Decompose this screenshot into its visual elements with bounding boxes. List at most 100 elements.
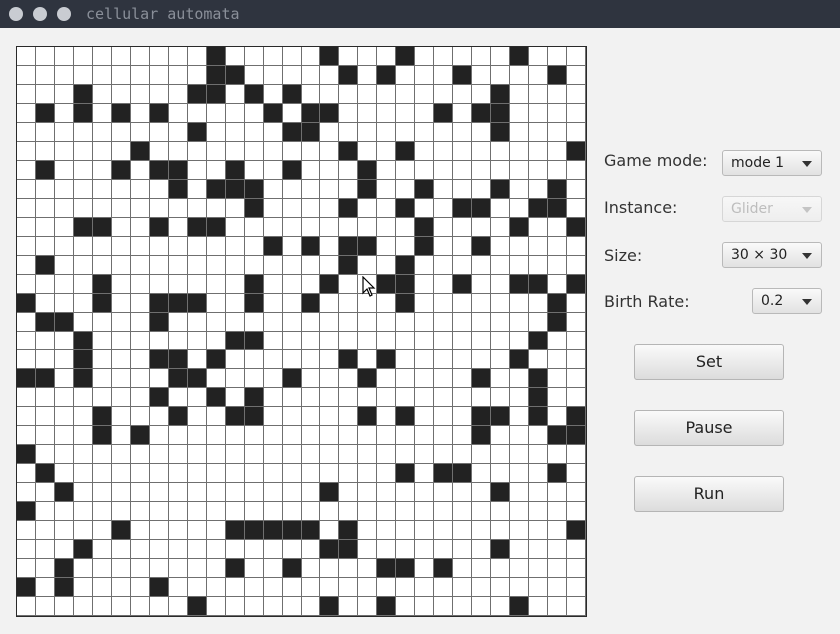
grid-cell[interactable] [453,464,472,483]
grid-cell[interactable] [131,313,150,332]
grid-cell[interactable] [188,483,207,502]
grid-cell[interactable] [93,275,112,294]
grid-cell[interactable] [93,350,112,369]
grid-cell[interactable] [415,161,434,180]
grid-cell[interactable] [93,256,112,275]
grid-cell[interactable] [74,218,93,237]
grid-cell[interactable] [245,559,264,578]
grid-cell[interactable] [302,445,320,464]
grid-cell[interactable] [529,85,548,104]
grid-cell[interactable] [472,332,491,350]
grid-cell[interactable] [567,47,586,66]
grid-cell[interactable] [207,369,226,388]
grid-cell[interactable] [339,559,358,578]
grid-cell[interactable] [169,445,188,464]
grid-cell[interactable] [415,597,434,616]
grid-cell[interactable] [264,104,283,123]
grid-cell[interactable] [377,426,396,445]
grid-cell[interactable] [377,521,396,540]
grid-cell[interactable] [74,483,93,502]
grid-cell[interactable] [567,332,586,350]
grid-cell[interactable] [226,275,245,294]
grid-cell[interactable] [377,407,396,426]
grid-cell[interactable] [131,256,150,275]
grid-cell[interactable] [510,426,529,445]
grid-cell[interactable] [207,104,226,123]
grid-cell[interactable] [150,502,169,521]
grid-cell[interactable] [358,502,377,521]
grid-cell[interactable] [339,521,358,540]
grid-cell[interactable] [17,445,36,464]
grid-cell[interactable] [339,104,358,123]
grid-cell[interactable] [529,464,548,483]
grid-cell[interactable] [415,559,434,578]
grid-cell[interactable] [396,142,415,161]
grid-cell[interactable] [510,104,529,123]
grid-cell[interactable] [93,66,112,85]
grid-cell[interactable] [472,237,491,256]
grid-cell[interactable] [302,559,320,578]
grid-cell[interactable] [131,540,150,559]
grid-cell[interactable] [17,597,36,616]
grid-cell[interactable] [358,464,377,483]
grid-cell[interactable] [93,180,112,199]
grid-cell[interactable] [226,426,245,445]
grid-cell[interactable] [131,559,150,578]
grid-cell[interactable] [510,85,529,104]
grid-cell[interactable] [510,66,529,85]
grid-cell[interactable] [339,256,358,275]
grid-cell[interactable] [283,104,302,123]
grid-cell[interactable] [396,332,415,350]
grid-cell[interactable] [339,464,358,483]
grid-cell[interactable] [453,47,472,66]
grid-cell[interactable] [93,502,112,521]
size-select[interactable]: 30 × 30 [722,242,822,268]
grid-cell[interactable] [472,294,491,313]
grid-cell[interactable] [207,483,226,502]
grid-cell[interactable] [415,66,434,85]
grid-cell[interactable] [17,464,36,483]
grid-cell[interactable] [131,350,150,369]
grid-cell[interactable] [320,161,339,180]
grid-cell[interactable] [320,597,339,616]
grid-cell[interactable] [472,502,491,521]
grid-cell[interactable] [415,123,434,142]
grid-cell[interactable] [169,66,188,85]
grid-cell[interactable] [339,142,358,161]
grid-cell[interactable] [491,369,510,388]
grid-cell[interactable] [472,256,491,275]
grid-cell[interactable] [112,350,131,369]
grid-cell[interactable] [264,540,283,559]
grid-cell[interactable] [207,464,226,483]
grid-cell[interactable] [93,123,112,142]
grid-cell[interactable] [150,161,169,180]
grid-cell[interactable] [283,294,302,313]
grid-cell[interactable] [434,142,453,161]
grid-cell[interactable] [150,597,169,616]
grid-cell[interactable] [55,464,74,483]
grid-cell[interactable] [36,483,55,502]
grid-cell[interactable] [567,123,586,142]
grid-cell[interactable] [36,388,55,407]
grid-cell[interactable] [434,483,453,502]
grid-cell[interactable] [339,313,358,332]
grid-cell[interactable] [358,47,377,66]
grid-cell[interactable] [112,407,131,426]
grid-cell[interactable] [112,47,131,66]
grid-cell[interactable] [415,369,434,388]
grid-cell[interactable] [283,540,302,559]
grid-cell[interactable] [434,388,453,407]
grid-cell[interactable] [55,445,74,464]
grid-cell[interactable] [358,85,377,104]
grid-cell[interactable] [415,540,434,559]
grid-cell[interactable] [188,218,207,237]
grid-cell[interactable] [548,332,567,350]
grid-cell[interactable] [131,426,150,445]
grid-cell[interactable] [491,332,510,350]
grid-cell[interactable] [491,123,510,142]
grid-cell[interactable] [55,369,74,388]
grid-cell[interactable] [131,123,150,142]
grid-cell[interactable] [74,597,93,616]
grid-cell[interactable] [567,464,586,483]
grid-cell[interactable] [74,332,93,350]
